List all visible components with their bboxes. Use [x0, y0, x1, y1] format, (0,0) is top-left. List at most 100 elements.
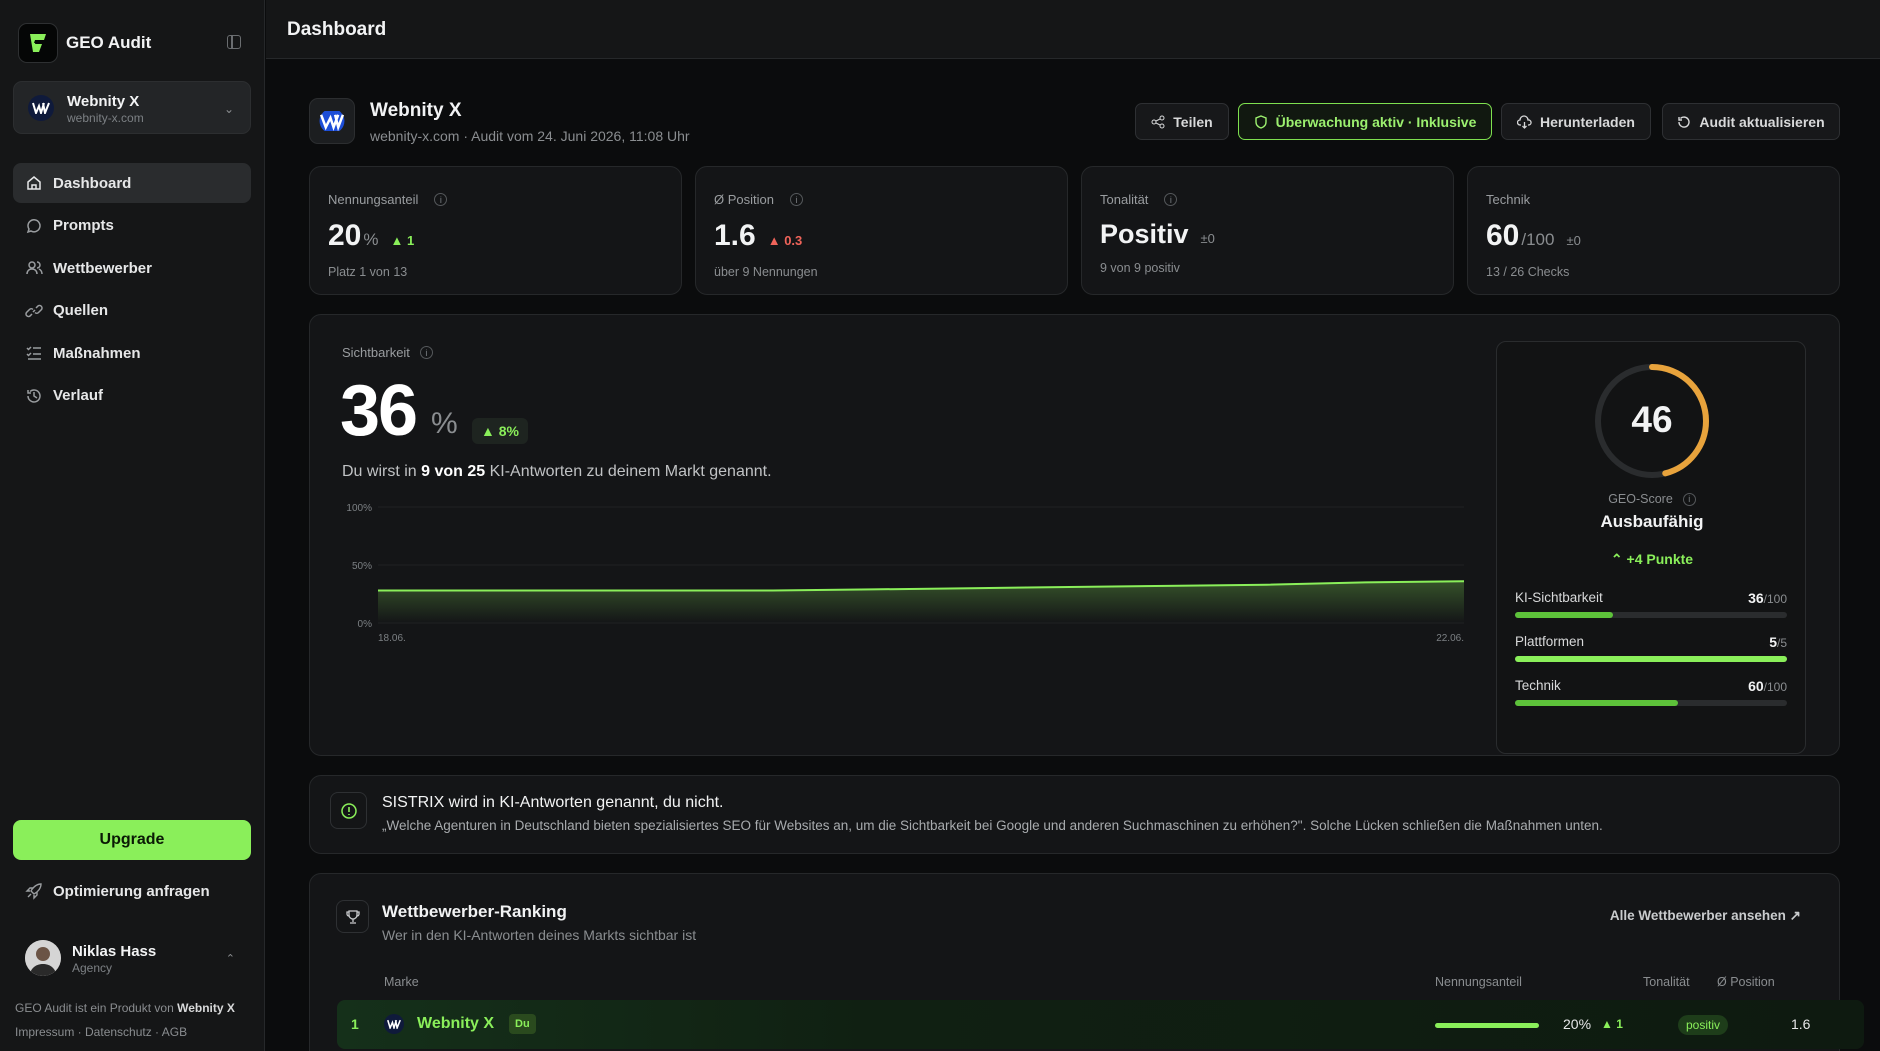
- footer-product-text: GEO Audit ist ein Produkt von: [15, 1001, 174, 1015]
- metric-value-number: 5: [1769, 634, 1777, 650]
- metric-value: 5/5: [1769, 634, 1787, 650]
- metric-value: 60/100: [1748, 678, 1787, 694]
- kpi-unit: %: [363, 230, 379, 249]
- refresh-audit-button[interactable]: Audit aktualisieren: [1662, 103, 1840, 140]
- x-tick-label: 18.06.: [378, 633, 406, 644]
- kpi-note: 13 / 26 Checks: [1486, 265, 1570, 279]
- checklist-icon: [26, 346, 41, 360]
- kpi-delta: ±0: [1200, 231, 1215, 246]
- metric-value-number: 36: [1748, 590, 1764, 606]
- share-delta: ▲ 1: [1601, 1017, 1623, 1031]
- visibility-value: 36: [340, 371, 418, 451]
- optimize-request-link[interactable]: Optimierung anfragen: [25, 882, 210, 900]
- kpi-value-number: 1.6: [714, 219, 756, 252]
- project-domain: webnity-x.com: [67, 111, 144, 125]
- geo-score-change-text: +4 Punkte: [1626, 551, 1694, 567]
- footer-brand[interactable]: Webnity X: [177, 1001, 235, 1015]
- column-header-share[interactable]: Nennungsanteil: [1435, 975, 1522, 989]
- share-value: 20%: [1563, 1016, 1592, 1032]
- nav-item-label: Maßnahmen: [53, 344, 141, 362]
- kpi-card-tonalitaet: Tonalität i Positiv ±0 9 von 9 positiv: [1081, 166, 1454, 295]
- kpi-label-text: Technik: [1486, 192, 1531, 207]
- brand-logo: [384, 1014, 404, 1034]
- info-icon[interactable]: i: [1164, 193, 1178, 206]
- app-logo[interactable]: [18, 23, 58, 63]
- visibility-area: [378, 581, 1464, 623]
- info-icon[interactable]: i: [1682, 492, 1696, 506]
- metric-name: Technik: [1515, 678, 1561, 693]
- nav-item-quellen[interactable]: Quellen: [13, 291, 251, 331]
- upgrade-button[interactable]: Upgrade: [13, 820, 251, 860]
- footer-product: GEO Audit ist ein Produkt von Webnity X: [15, 1001, 235, 1015]
- metric-max: /100: [1763, 592, 1787, 606]
- alert-title: SISTRIX wird in KI-Antworten genannt, du…: [382, 794, 724, 811]
- geo-score-status: Ausbaufähig: [1600, 512, 1704, 531]
- monitoring-label: Überwachung aktiv · Inklusive: [1275, 113, 1477, 130]
- visibility-delta-badge: ▲ 8%: [472, 418, 528, 444]
- position-value: 1.6: [1791, 1016, 1811, 1032]
- project-switcher[interactable]: Webnity X webnity-x.com ⌄: [13, 81, 251, 134]
- footer-link-datenschutz[interactable]: Datenschutz: [85, 1025, 152, 1039]
- kpi-delta: ▲ 1: [390, 233, 415, 248]
- kpi-value: 20% ▲ 1: [328, 219, 414, 253]
- share-button[interactable]: Teilen: [1135, 103, 1229, 140]
- webnity-logo-icon: [319, 111, 345, 131]
- footer-link-agb[interactable]: AGB: [162, 1025, 187, 1039]
- trophy-icon: [336, 900, 369, 933]
- top-bar: Dashboard: [266, 0, 1880, 59]
- nav-item-dashboard[interactable]: Dashboard: [13, 163, 251, 203]
- webnity-logo-icon: [32, 102, 50, 114]
- nav-item-massnahmen[interactable]: Maßnahmen: [13, 333, 251, 373]
- metric-value: 36/100: [1748, 590, 1787, 606]
- user-name: Niklas Hass: [72, 943, 157, 960]
- sidebar-toggle-icon[interactable]: [227, 35, 241, 49]
- column-header-tone[interactable]: Tonalität: [1643, 975, 1690, 989]
- gap-alert-card: SISTRIX wird in KI-Antworten genannt, du…: [309, 775, 1840, 854]
- metric-name: Plattformen: [1515, 634, 1585, 649]
- nav-item-prompts[interactable]: Prompts: [13, 206, 251, 246]
- info-icon[interactable]: i: [419, 346, 433, 359]
- x-tick-label: 22.06.: [1436, 633, 1464, 644]
- nav-item-wettbewerber[interactable]: Wettbewerber: [13, 248, 251, 288]
- link-icon: [25, 304, 43, 317]
- nav-item-label: Wettbewerber: [53, 259, 152, 277]
- info-icon[interactable]: i: [789, 193, 803, 206]
- user-menu[interactable]: Niklas Hass Agency ⌃: [25, 940, 245, 980]
- footer-link-impressum[interactable]: Impressum: [15, 1025, 74, 1039]
- ranking-title: Wettbewerber-Ranking: [382, 902, 567, 921]
- cloud-download-icon: [1517, 114, 1532, 129]
- project-title: Webnity X: [370, 100, 462, 121]
- tone-badge: positiv: [1678, 1015, 1729, 1035]
- chevron-up-icon: ⌃: [225, 953, 235, 965]
- all-competitors-link[interactable]: Alle Wettbewerber ansehen ↗: [1610, 908, 1801, 924]
- info-icon[interactable]: i: [434, 193, 448, 206]
- download-button[interactable]: Herunterladen: [1501, 103, 1651, 140]
- kpi-value-number: 20: [328, 219, 362, 252]
- competitor-ranking-card: Wettbewerber-Ranking Wer in den KI-Antwo…: [309, 873, 1864, 1051]
- alert-text: „Welche Agenturen in Deutschland bieten …: [382, 818, 1603, 833]
- nav-item-verlauf[interactable]: Verlauf: [13, 376, 251, 416]
- geo-score-label: GEO-Score i: [1497, 492, 1807, 506]
- nav-item-label: Verlauf: [53, 387, 104, 404]
- y-tick-label: 50%: [352, 561, 372, 572]
- nav-item-label: Dashboard: [53, 174, 132, 192]
- column-header-position[interactable]: Ø Position: [1717, 975, 1775, 989]
- nav-item-label: Quellen: [53, 302, 109, 319]
- app-name: GEO Audit: [66, 33, 152, 52]
- page-title: Dashboard: [287, 19, 387, 40]
- monitoring-button[interactable]: Überwachung aktiv · Inklusive: [1238, 103, 1492, 140]
- optimize-label: Optimierung anfragen: [53, 882, 210, 900]
- share-bar: [1435, 1023, 1539, 1028]
- column-header-brand[interactable]: Marke: [384, 975, 419, 989]
- metric-fill: [1515, 656, 1787, 662]
- chevron-up-icon: ⌃: [1610, 551, 1627, 567]
- table-row[interactable]: 1 Webnity X Du 20% ▲ 1 positiv 1.6: [337, 1000, 1864, 1049]
- chevron-down-icon: ⌄: [223, 102, 234, 116]
- geo-score-label-text: GEO-Score: [1608, 492, 1673, 506]
- visibility-chart: 100% 50% 0% 18.06. 22.06.: [346, 503, 1465, 644]
- audit-subtitle: webnity-x.com · Audit vom 24. Juni 2026,…: [370, 128, 690, 144]
- self-badge: Du: [509, 1014, 536, 1034]
- history-icon: [27, 388, 41, 403]
- kpi-unit: /100: [1521, 230, 1555, 249]
- metric-fill: [1515, 700, 1679, 706]
